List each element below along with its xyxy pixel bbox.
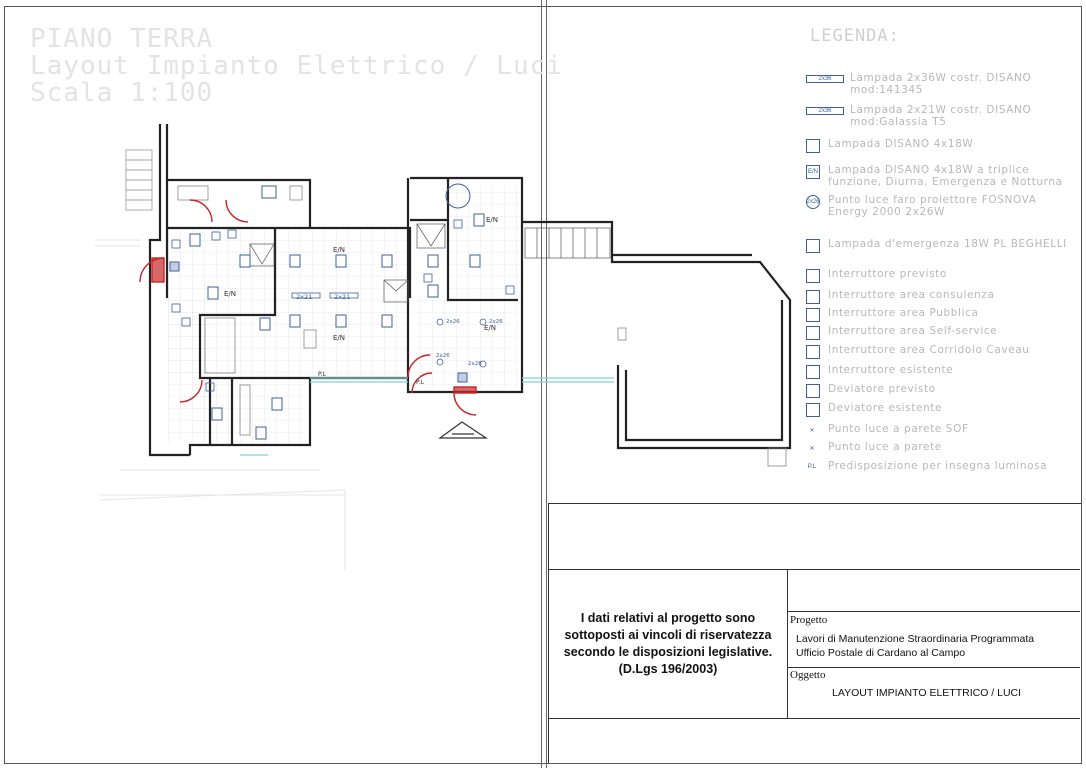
legend-item-text: Lampada 2x36W costr. DISANO mod:141345 [850,72,1032,96]
sign-provision-icon: P.L [807,464,817,470]
exterior-stair [125,149,153,211]
pl-label: P.L [318,371,327,378]
wall-light-icon: ✕ [809,445,815,452]
title-block-divider [787,611,1080,612]
disano-4x18-icon [806,139,820,153]
legend-item-text: Predisposizione per insegna luminosa [828,460,1048,472]
en-label: E/N [333,334,345,342]
legend-item-text: Lampada 2x21W costr. DISANO mod:Galassia… [850,104,1032,128]
title-block-divider [548,718,1080,719]
legend-item-text: Interruttore area consulenza [828,289,995,301]
switch-corridor-icon [806,345,820,359]
pl-label: P.L [416,379,425,386]
subject-label: Oggetto [790,669,826,681]
diverter-existing-icon [806,403,820,417]
legend-item-text: Interruttore area Self-service [828,325,998,337]
legend-item-text: Deviatore previsto [828,383,936,395]
privacy-line: sottoposti ai vincoli di riservatezza [564,628,772,642]
legend-item-text: Interruttore area Pubblica [828,307,979,319]
title-block-divider [548,569,1080,570]
en-label: E/N [333,246,345,254]
wall-light-sof-icon: ✕ [809,427,815,434]
privacy-note: I dati relativi al progetto sono sottopo… [548,610,788,678]
switch-public-icon [806,308,820,322]
entrance-canopy [438,421,488,439]
en-label: E/N [486,216,498,224]
legend-item-text: Interruttore esistente [828,364,954,376]
disano-4x18-emergency-icon: E/N [806,165,820,179]
privacy-line: secondo le disposizioni legislative. [563,645,773,659]
legend-item-text: Interruttore area Corridoio Caveau [828,344,1030,356]
privacy-line: (D.Lgs 196/2003) [618,662,718,676]
legend-item-text: Punto luce a parete SOF [828,423,969,435]
project-line: Lavori di Manutenzione Straordinaria Pro… [796,633,1035,645]
en-label: E/N [224,290,236,298]
switch-existing-icon [806,365,820,379]
projector-label: 2x26 [468,361,482,367]
switch-planned-icon [806,269,820,283]
privacy-line: I dati relativi al progetto sono [580,611,756,625]
legend-item-text: Punto luce faro proiettore FOSNOVA Energ… [828,194,1037,218]
emergency-lamp-icon [806,239,820,253]
fixture-2x21-right: 2x21 [334,293,350,301]
project-value: Lavori di Manutenzione Straordinaria Pro… [796,632,1034,660]
legend: LEGENDA: 2x36 Lampada 2x36W costr. DISAN… [788,26,1078,486]
legend-item-text: Interruttore previsto [828,268,947,280]
en-label: E/N [484,324,496,332]
projector-label: 2x26 [446,319,460,325]
legend-item-text: Deviatore esistente [828,402,943,414]
projector-point-icon: 2x26 [806,195,820,209]
switch-selfservice-icon [806,326,820,340]
legend-item-text: Lampada DISANO 4x18W [828,138,974,150]
fixture-2x21-left: 2x21 [296,293,312,301]
projector-label: 2x26 [436,353,450,359]
diverter-planned-icon [806,384,820,398]
title-block-divider [787,667,1080,668]
fluorescent-2x21-icon: 2x36 [806,107,844,115]
legend-item-text: Lampada DISANO 4x18W a triplice funzione… [828,164,1063,188]
legend-item-text: Punto luce a parete [828,441,942,453]
sanitary-fixtures [261,183,471,209]
legend-item-text: Lampada d'emergenza 18W PL BEGHELLI [828,238,1067,250]
legend-title: LEGENDA: [810,26,900,46]
project-label: Progetto [790,614,828,626]
subject-value: LAYOUT IMPIANTO ELETTRICO / LUCI [832,687,1022,699]
project-line: Ufficio Postale di Cardano al Campo [796,647,966,659]
switch-consulting-icon [806,290,820,304]
fluorescent-2x36-icon: 2x36 [806,75,844,83]
